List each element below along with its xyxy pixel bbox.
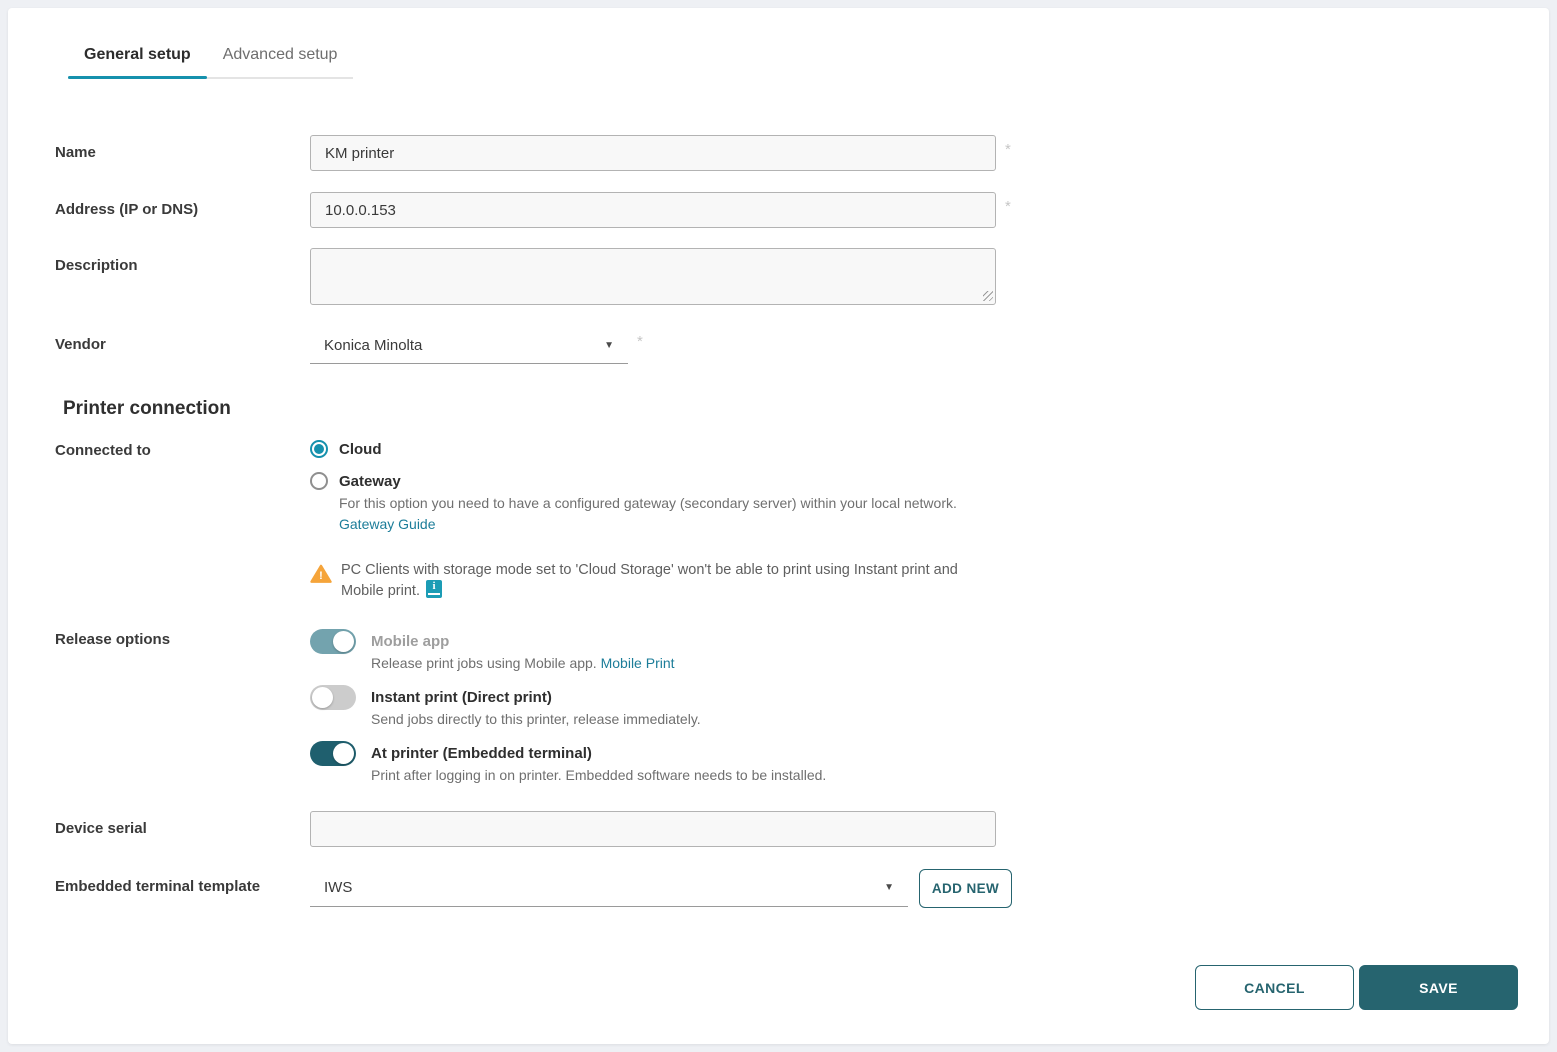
printer-setup-card: General setup Advanced setup Name * Addr… — [8, 8, 1549, 1044]
toggle-block-instant-print: Instant print (Direct print) Send jobs d… — [310, 685, 826, 727]
gateway-radio-label: Gateway — [339, 473, 401, 490]
name-row: Name * — [55, 135, 1549, 171]
vendor-selected-value: Konica Minolta — [324, 337, 422, 354]
tab-general-setup[interactable]: General setup — [68, 36, 207, 77]
cloud-radio[interactable] — [310, 440, 328, 458]
toggle-knob — [312, 687, 333, 708]
required-asterisk: * — [1005, 135, 1011, 158]
mobile-app-toggle[interactable] — [310, 629, 356, 654]
at-printer-title: At printer (Embedded terminal) — [371, 741, 826, 766]
radio-option-gateway[interactable]: Gateway — [310, 472, 1010, 490]
cloud-radio-label: Cloud — [339, 441, 382, 458]
gateway-guide-link[interactable]: Gateway Guide — [339, 516, 436, 532]
caret-down-icon: ▼ — [604, 340, 614, 351]
vendor-select[interactable]: Konica Minolta ▼ — [310, 327, 628, 364]
mobile-app-title: Mobile app — [371, 629, 675, 654]
address-row: Address (IP or DNS) * — [55, 192, 1549, 228]
name-input[interactable] — [310, 135, 996, 171]
vendor-row: Vendor Konica Minolta ▼ * — [55, 327, 1549, 364]
warning-text: PC Clients with storage mode set to 'Clo… — [341, 561, 989, 601]
warning-triangle-icon: ! — [310, 564, 332, 584]
description-textarea[interactable] — [310, 248, 996, 305]
device-serial-input[interactable] — [310, 811, 996, 847]
address-label: Address (IP or DNS) — [55, 192, 310, 218]
tab-advanced-setup[interactable]: Advanced setup — [207, 36, 354, 77]
at-printer-description: Print after logging in on printer. Embed… — [371, 767, 826, 783]
svg-text:!: ! — [319, 570, 323, 582]
embedded-template-row: Embedded terminal template IWS ▼ ADD NEW — [55, 869, 1549, 908]
embedded-template-select[interactable]: IWS ▼ — [310, 870, 908, 907]
form-actions: CANCEL SAVE — [1195, 965, 1518, 1010]
connected-to-label: Connected to — [55, 440, 310, 459]
cloud-storage-warning: ! PC Clients with storage mode set to 'C… — [310, 561, 1010, 601]
at-printer-toggle[interactable] — [310, 741, 356, 766]
cancel-button[interactable]: CANCEL — [1195, 965, 1354, 1010]
info-book-icon[interactable] — [426, 580, 442, 598]
release-options-label: Release options — [55, 629, 310, 648]
description-label: Description — [55, 248, 310, 274]
required-asterisk: * — [637, 327, 643, 350]
toggle-knob — [333, 631, 354, 652]
device-serial-row: Device serial — [55, 811, 1549, 847]
add-new-button[interactable]: ADD NEW — [919, 869, 1012, 908]
instant-print-description: Send jobs directly to this printer, rele… — [371, 711, 701, 727]
save-button[interactable]: SAVE — [1359, 965, 1518, 1010]
required-asterisk: * — [1005, 192, 1011, 215]
toggle-knob — [333, 743, 354, 764]
embedded-template-selected-value: IWS — [324, 879, 352, 896]
release-options-row: Release options Mobile app Release print… — [55, 629, 1549, 797]
device-serial-label: Device serial — [55, 811, 310, 837]
setup-tabs: General setup Advanced setup — [68, 36, 353, 79]
embedded-template-label: Embedded terminal template — [55, 869, 310, 895]
toggle-block-mobile-app: Mobile app Release print jobs using Mobi… — [310, 629, 826, 671]
instant-print-title: Instant print (Direct print) — [371, 685, 701, 710]
address-input[interactable] — [310, 192, 996, 228]
mobile-app-description: Release print jobs using Mobile app. Mob… — [371, 655, 675, 671]
connected-to-row: Connected to Cloud Gateway For this opti… — [55, 440, 1549, 601]
instant-print-toggle[interactable] — [310, 685, 356, 710]
printer-connection-heading: Printer connection — [63, 398, 1549, 420]
name-label: Name — [55, 135, 310, 161]
mobile-print-link[interactable]: Mobile Print — [601, 655, 675, 671]
gateway-radio[interactable] — [310, 472, 328, 490]
vendor-label: Vendor — [55, 327, 310, 353]
caret-down-icon: ▼ — [884, 882, 894, 893]
toggle-block-at-printer: At printer (Embedded terminal) Print aft… — [310, 741, 826, 783]
radio-option-cloud[interactable]: Cloud — [310, 440, 1010, 458]
gateway-description: For this option you need to have a confi… — [339, 495, 1010, 513]
description-row: Description — [55, 248, 1549, 305]
